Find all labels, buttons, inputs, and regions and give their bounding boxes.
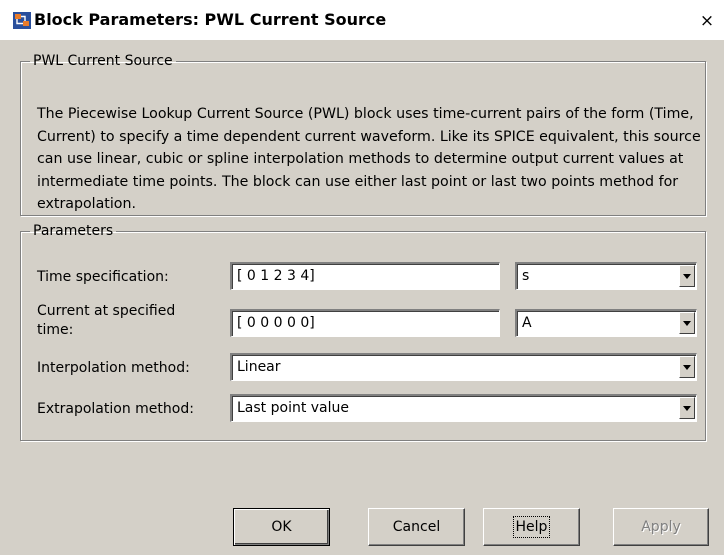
time-specification-label: Time specification: (37, 269, 169, 285)
current-unit-select[interactable]: A (515, 309, 697, 337)
cancel-button-label: Cancel (392, 519, 441, 535)
interpolation-method-label: Interpolation method: (37, 360, 190, 376)
title-bar: Block Parameters: PWL Current Source × (0, 0, 724, 40)
current-unit-value: A (522, 315, 532, 331)
time-unit-value: s (522, 268, 530, 284)
help-button-label: Help (512, 516, 551, 538)
ok-button-label: OK (271, 519, 292, 535)
chevron-down-icon[interactable] (679, 312, 695, 334)
close-icon[interactable]: × (697, 11, 717, 31)
interpolation-method-select[interactable]: Linear (230, 353, 697, 381)
chevron-down-icon[interactable] (679, 397, 695, 419)
cancel-button[interactable]: Cancel (368, 508, 465, 546)
interpolation-method-value: Linear (237, 359, 281, 375)
apply-button-label: Apply (641, 519, 681, 535)
parameters-group-title: Parameters (33, 223, 114, 239)
time-unit-select[interactable]: s (515, 262, 697, 290)
ok-button[interactable]: OK (233, 508, 330, 546)
extrapolation-method-label: Extrapolation method: (37, 401, 194, 417)
description-group: PWL Current Source The Piecewise Lookup … (20, 53, 706, 216)
block-description: The Piecewise Lookup Current Source (PWL… (37, 106, 701, 212)
current-values-input[interactable]: [ 0 0 0 0 0] (230, 309, 500, 337)
apply-button[interactable]: Apply (613, 508, 709, 546)
time-specification-input[interactable]: [ 0 1 2 3 4] (230, 262, 500, 290)
window-title: Block Parameters: PWL Current Source (34, 10, 387, 29)
current-at-time-label: Current at specified time: (37, 303, 176, 338)
extrapolation-method-select[interactable]: Last point value (230, 394, 697, 422)
help-button[interactable]: Help (483, 508, 580, 546)
chevron-down-icon[interactable] (679, 265, 695, 287)
description-group-title: PWL Current Source (33, 53, 173, 69)
chevron-down-icon[interactable] (679, 356, 695, 378)
extrapolation-method-value: Last point value (237, 400, 350, 416)
simulink-block-icon (13, 12, 31, 29)
